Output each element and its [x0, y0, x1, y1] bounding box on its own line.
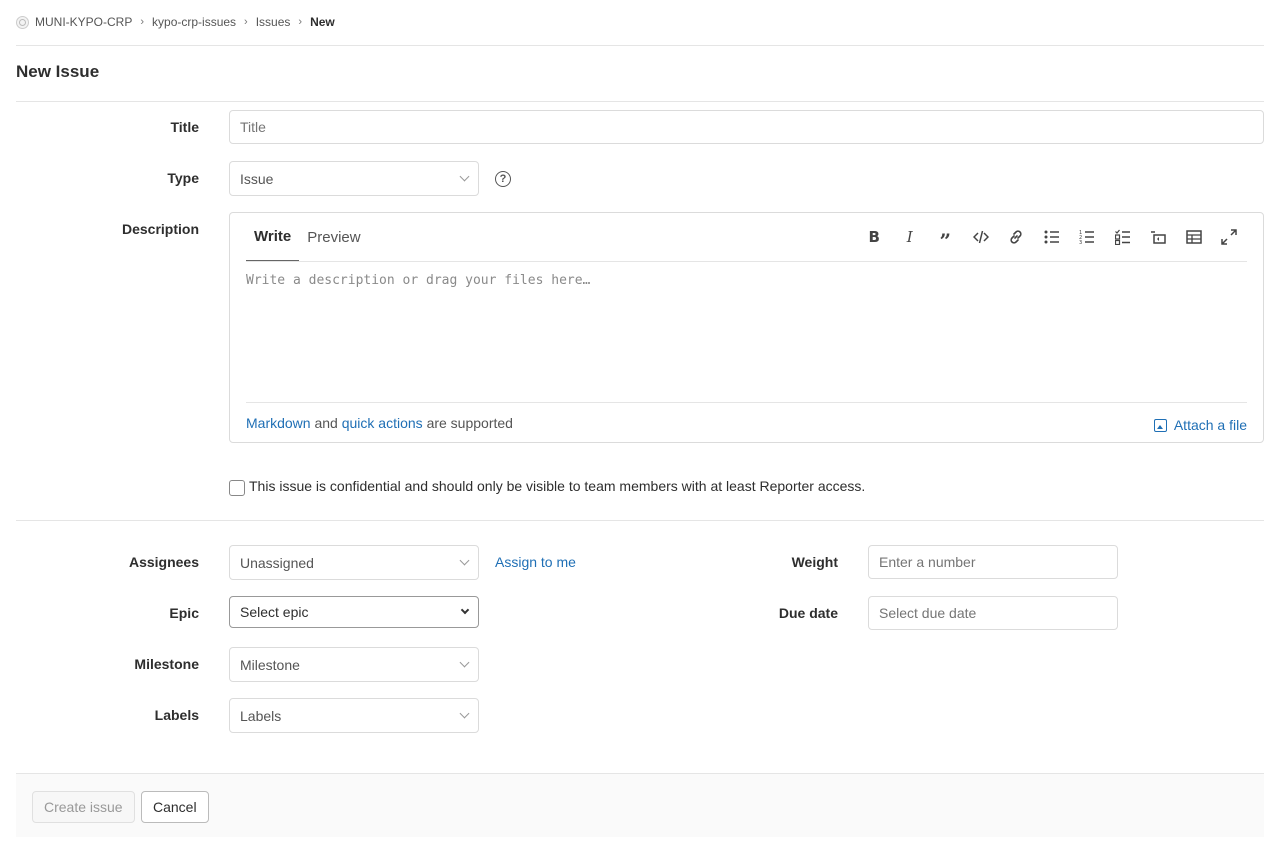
code-icon[interactable] — [963, 227, 999, 247]
italic-icon[interactable]: I — [892, 227, 928, 247]
milestone-label: Milestone — [134, 656, 199, 672]
fullscreen-icon[interactable] — [1212, 227, 1248, 247]
confidential-label: This issue is confidential and should on… — [249, 478, 866, 494]
tab-preview[interactable]: Preview — [299, 213, 368, 262]
chevron-right-icon: › — [298, 16, 303, 28]
labels-value: Labels — [240, 707, 282, 724]
breadcrumb-issues[interactable]: Issues — [256, 15, 291, 29]
svg-text:3: 3 — [1079, 240, 1082, 245]
type-value: Issue — [240, 170, 274, 187]
tab-write[interactable]: Write — [246, 213, 300, 262]
divider — [16, 101, 1264, 102]
breadcrumb-group[interactable]: MUNI-KYPO-CRP — [35, 15, 132, 29]
description-label: Description — [121, 221, 199, 237]
quick-actions-link[interactable]: quick actions — [342, 415, 423, 431]
image-icon — [1153, 418, 1167, 432]
chevron-right-icon: › — [244, 16, 248, 28]
description-textarea[interactable]: Write a description or drag your files h… — [246, 273, 590, 288]
assignees-label: Assignees — [128, 554, 199, 570]
editor-toolbar: B I ” 123 — [857, 227, 1248, 253]
form-actions: Create issue Cancel — [16, 773, 1264, 837]
epic-label: Epic — [169, 605, 199, 621]
chevron-down-icon — [460, 605, 470, 615]
help-icon[interactable]: ? — [495, 171, 511, 187]
markdown-hint-supported: are supported — [426, 415, 513, 431]
cancel-button[interactable]: Cancel — [141, 791, 209, 823]
due-date-label: Due date — [778, 605, 838, 621]
chevron-down-icon — [459, 171, 470, 182]
chevron-right-icon: › — [140, 16, 145, 28]
type-select[interactable]: Issue — [229, 161, 479, 196]
divider — [246, 402, 1247, 403]
editor-tabs: Write Preview — [246, 213, 369, 262]
assign-to-me-link[interactable]: Assign to me — [495, 554, 576, 570]
labels-select[interactable]: Labels — [229, 698, 479, 733]
chevron-down-icon — [459, 708, 470, 719]
assignees-value: Unassigned — [240, 554, 314, 571]
epic-select[interactable]: Select epic — [229, 596, 479, 628]
table-icon[interactable] — [1176, 227, 1212, 247]
title-label: Title — [170, 119, 199, 135]
markdown-hint: Markdown and quick actions are supported — [246, 415, 513, 431]
attach-file-label: Attach a file — [1173, 417, 1247, 433]
chevron-down-icon — [459, 555, 470, 566]
bullet-list-icon[interactable] — [1034, 227, 1070, 247]
chevron-down-icon — [459, 657, 470, 668]
description-editor: Write Preview B I ” 123 Write a descript… — [229, 212, 1264, 443]
due-date-input[interactable] — [868, 596, 1118, 630]
group-avatar-icon — [16, 15, 29, 29]
bold-icon[interactable]: B — [857, 227, 893, 247]
task-list-icon[interactable] — [1105, 227, 1141, 247]
divider — [16, 45, 1264, 46]
assignees-select[interactable]: Unassigned — [229, 545, 479, 580]
breadcrumb-project[interactable]: kypo-crp-issues — [152, 15, 236, 29]
create-issue-button[interactable]: Create issue — [32, 791, 135, 823]
type-label: Type — [167, 170, 199, 186]
quote-icon[interactable]: ” — [928, 227, 964, 253]
collapsible-icon[interactable] — [1141, 227, 1177, 247]
page-title: New Issue — [16, 62, 100, 81]
milestone-value: Milestone — [240, 656, 300, 673]
breadcrumb-current[interactable]: New — [310, 15, 335, 29]
markdown-link[interactable]: Markdown — [246, 415, 311, 431]
weight-label: Weight — [791, 554, 838, 570]
title-input[interactable] — [229, 110, 1264, 144]
divider — [246, 261, 1247, 262]
breadcrumb: MUNI-KYPO-CRP › kypo-crp-issues › Issues… — [16, 12, 335, 32]
link-icon[interactable] — [999, 227, 1035, 247]
attach-file-button[interactable]: Attach a file — [1153, 417, 1247, 433]
epic-value: Select epic — [240, 604, 309, 620]
weight-input[interactable] — [868, 545, 1118, 579]
divider — [16, 520, 1264, 521]
markdown-hint-and: and — [314, 415, 338, 431]
labels-label: Labels — [154, 707, 199, 723]
confidential-checkbox[interactable] — [229, 480, 245, 496]
milestone-select[interactable]: Milestone — [229, 647, 479, 682]
numbered-list-icon[interactable]: 123 — [1070, 227, 1106, 247]
